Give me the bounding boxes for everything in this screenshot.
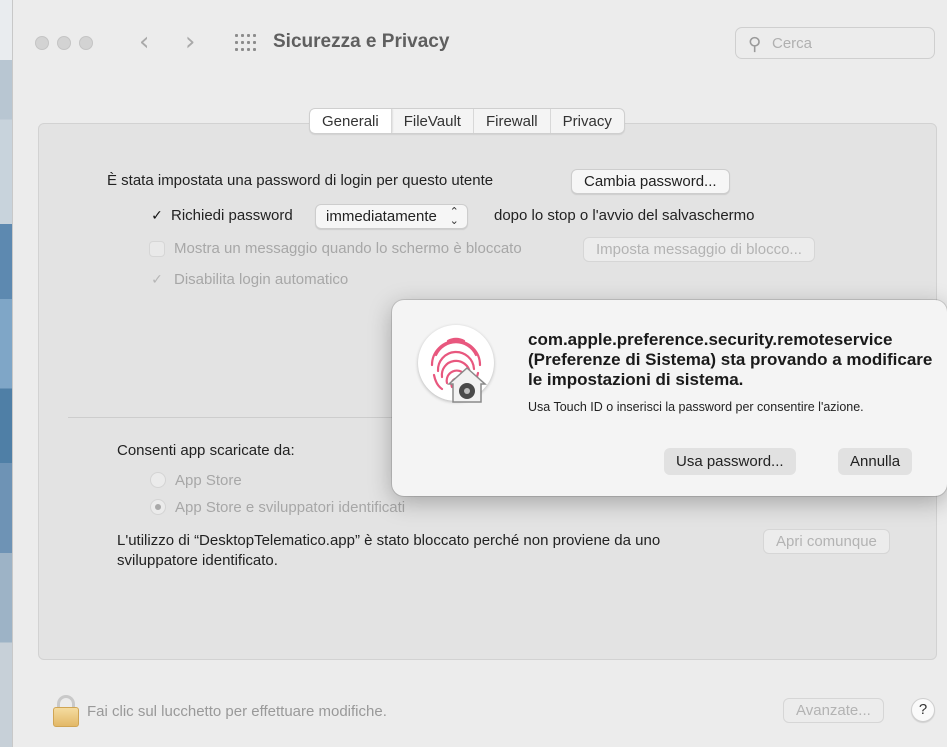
dialog-title-line3: le impostazioni di sistema. — [528, 370, 744, 389]
radio-identified-developers-label: App Store e sviluppatori identificati — [175, 499, 406, 516]
change-password-button[interactable]: Cambia password... — [571, 169, 730, 194]
password-set-text: È stata impostata una password di login … — [107, 172, 494, 189]
blocked-app-text-line2: sviluppatore identificato. — [117, 552, 278, 569]
tab-generali[interactable]: Generali — [310, 109, 392, 133]
search-field[interactable]: ⚲ Cerca — [735, 27, 935, 59]
window-title: Sicurezza e Privacy — [273, 31, 450, 52]
show-message-label: Mostra un messaggio quando lo schermo è … — [174, 240, 522, 257]
lock-icon[interactable] — [53, 695, 79, 727]
dialog-title-line1: com.apple.preference.security.remoteserv… — [528, 330, 893, 349]
require-password-label: Richiedi password — [171, 207, 293, 224]
title-bar: ‹ › Sicurezza e Privacy ⚲ Cerca — [13, 0, 947, 90]
radio-identified-developers[interactable] — [150, 499, 166, 515]
desktop-background — [0, 0, 12, 747]
tab-bar: Generali FileVault Firewall Privacy — [309, 108, 625, 134]
allow-apps-label: Consenti app scaricate da: — [117, 442, 295, 459]
forward-chevron-icon[interactable]: › — [185, 28, 195, 56]
system-preferences-house-icon — [447, 366, 487, 404]
lock-hint-text: Fai clic sul lucchetto per effettuare mo… — [87, 703, 387, 720]
blocked-app-text-line1: L'utilizzo di “DesktopTelematico.app” è … — [117, 532, 661, 549]
minimize-window-button[interactable] — [57, 36, 71, 50]
zoom-window-button[interactable] — [79, 36, 93, 50]
after-sleep-text: dopo lo stop o l'avvio del salvaschermo — [494, 207, 755, 224]
tab-privacy[interactable]: Privacy — [551, 109, 624, 133]
require-password-select-value: immediatamente — [326, 208, 437, 225]
search-placeholder: Cerca — [772, 35, 813, 52]
use-password-button[interactable]: Usa password... — [664, 448, 796, 475]
radio-app-store-label: App Store — [175, 472, 242, 489]
disable-autologin-label: Disabilita login automatico — [174, 271, 349, 288]
dialog-title-line2: (Preferenze di Sistema) sta provando a m… — [528, 350, 933, 369]
section-divider — [68, 417, 418, 418]
set-lock-message-button[interactable]: Imposta messaggio di blocco... — [583, 237, 815, 262]
search-icon: ⚲ — [748, 34, 762, 55]
tab-filevault[interactable]: FileVault — [392, 109, 474, 133]
updown-chevron-icon: ⌃ ⌄ — [449, 205, 459, 227]
show-all-grid-icon[interactable] — [235, 34, 257, 52]
radio-app-store[interactable] — [150, 472, 166, 488]
close-window-button[interactable] — [35, 36, 49, 50]
help-button[interactable]: ? — [911, 698, 935, 722]
tab-firewall[interactable]: Firewall — [474, 109, 551, 133]
back-chevron-icon[interactable]: ‹ — [139, 28, 149, 56]
advanced-button[interactable]: Avanzate... — [783, 698, 884, 723]
cancel-button[interactable]: Annulla — [838, 448, 913, 475]
show-message-checkbox[interactable] — [149, 241, 165, 257]
require-password-checkbox[interactable]: ✓ — [149, 207, 165, 223]
require-password-select[interactable]: immediatamente ⌃ ⌄ — [315, 204, 468, 229]
open-anyway-button[interactable]: Apri comunque — [763, 529, 890, 554]
disable-autologin-checkbox[interactable]: ✓ — [149, 271, 165, 287]
dialog-subtitle: Usa Touch ID o inserisci la password per… — [528, 400, 864, 414]
